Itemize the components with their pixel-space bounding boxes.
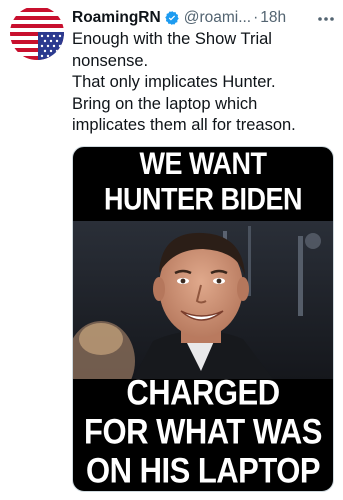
meme-photo: [73, 221, 333, 379]
tweet-header: RoamingRN @roami... · 18h: [72, 8, 335, 28]
photo-illustration: [73, 221, 333, 379]
avatar[interactable]: [10, 6, 64, 60]
meme-caption-bottom: CHARGED FOR WHAT WAS ON HIS LAPTOP: [73, 373, 333, 490]
meme-caption-top: WE WANT HUNTER BIDEN: [73, 146, 333, 218]
tweet-text-line: Enough with the Show Trial: [72, 30, 272, 48]
meme-caption-line: HUNTER BIDEN: [103, 182, 303, 217]
upside-down-us-flag-icon: [10, 6, 64, 60]
verified-badge-icon: [164, 11, 179, 25]
tweet-text-line: nonsense.: [72, 51, 149, 70]
tweet-media-image[interactable]: WE WANT HUNTER BIDEN CHARGED FOR WHAT WA…: [72, 146, 334, 492]
tweet-text-line: implicates them all for treason.: [72, 116, 296, 135]
meme-caption-line: CHARGED: [126, 372, 280, 413]
tweet-timestamp[interactable]: 18h: [260, 8, 286, 28]
author-handle[interactable]: @roami...: [184, 8, 251, 28]
separator-dot: ·: [253, 9, 259, 26]
tweet-text: Enough with the Show Trial nonsense. Tha…: [72, 29, 335, 137]
tweet[interactable]: RoamingRN @roami... · 18h Enough with th…: [0, 0, 343, 500]
meme-caption-line: ON HIS LAPTOP: [85, 450, 321, 491]
author-name[interactable]: RoamingRN: [72, 8, 161, 28]
meme-caption-line: FOR WHAT WAS: [84, 411, 322, 452]
meme-caption-line: WE WANT: [139, 146, 267, 181]
tweet-text-line: That only implicates Hunter.: [72, 73, 276, 92]
tweet-text-line: Bring on the laptop which: [72, 94, 258, 113]
more-options-icon[interactable]: [315, 10, 337, 28]
